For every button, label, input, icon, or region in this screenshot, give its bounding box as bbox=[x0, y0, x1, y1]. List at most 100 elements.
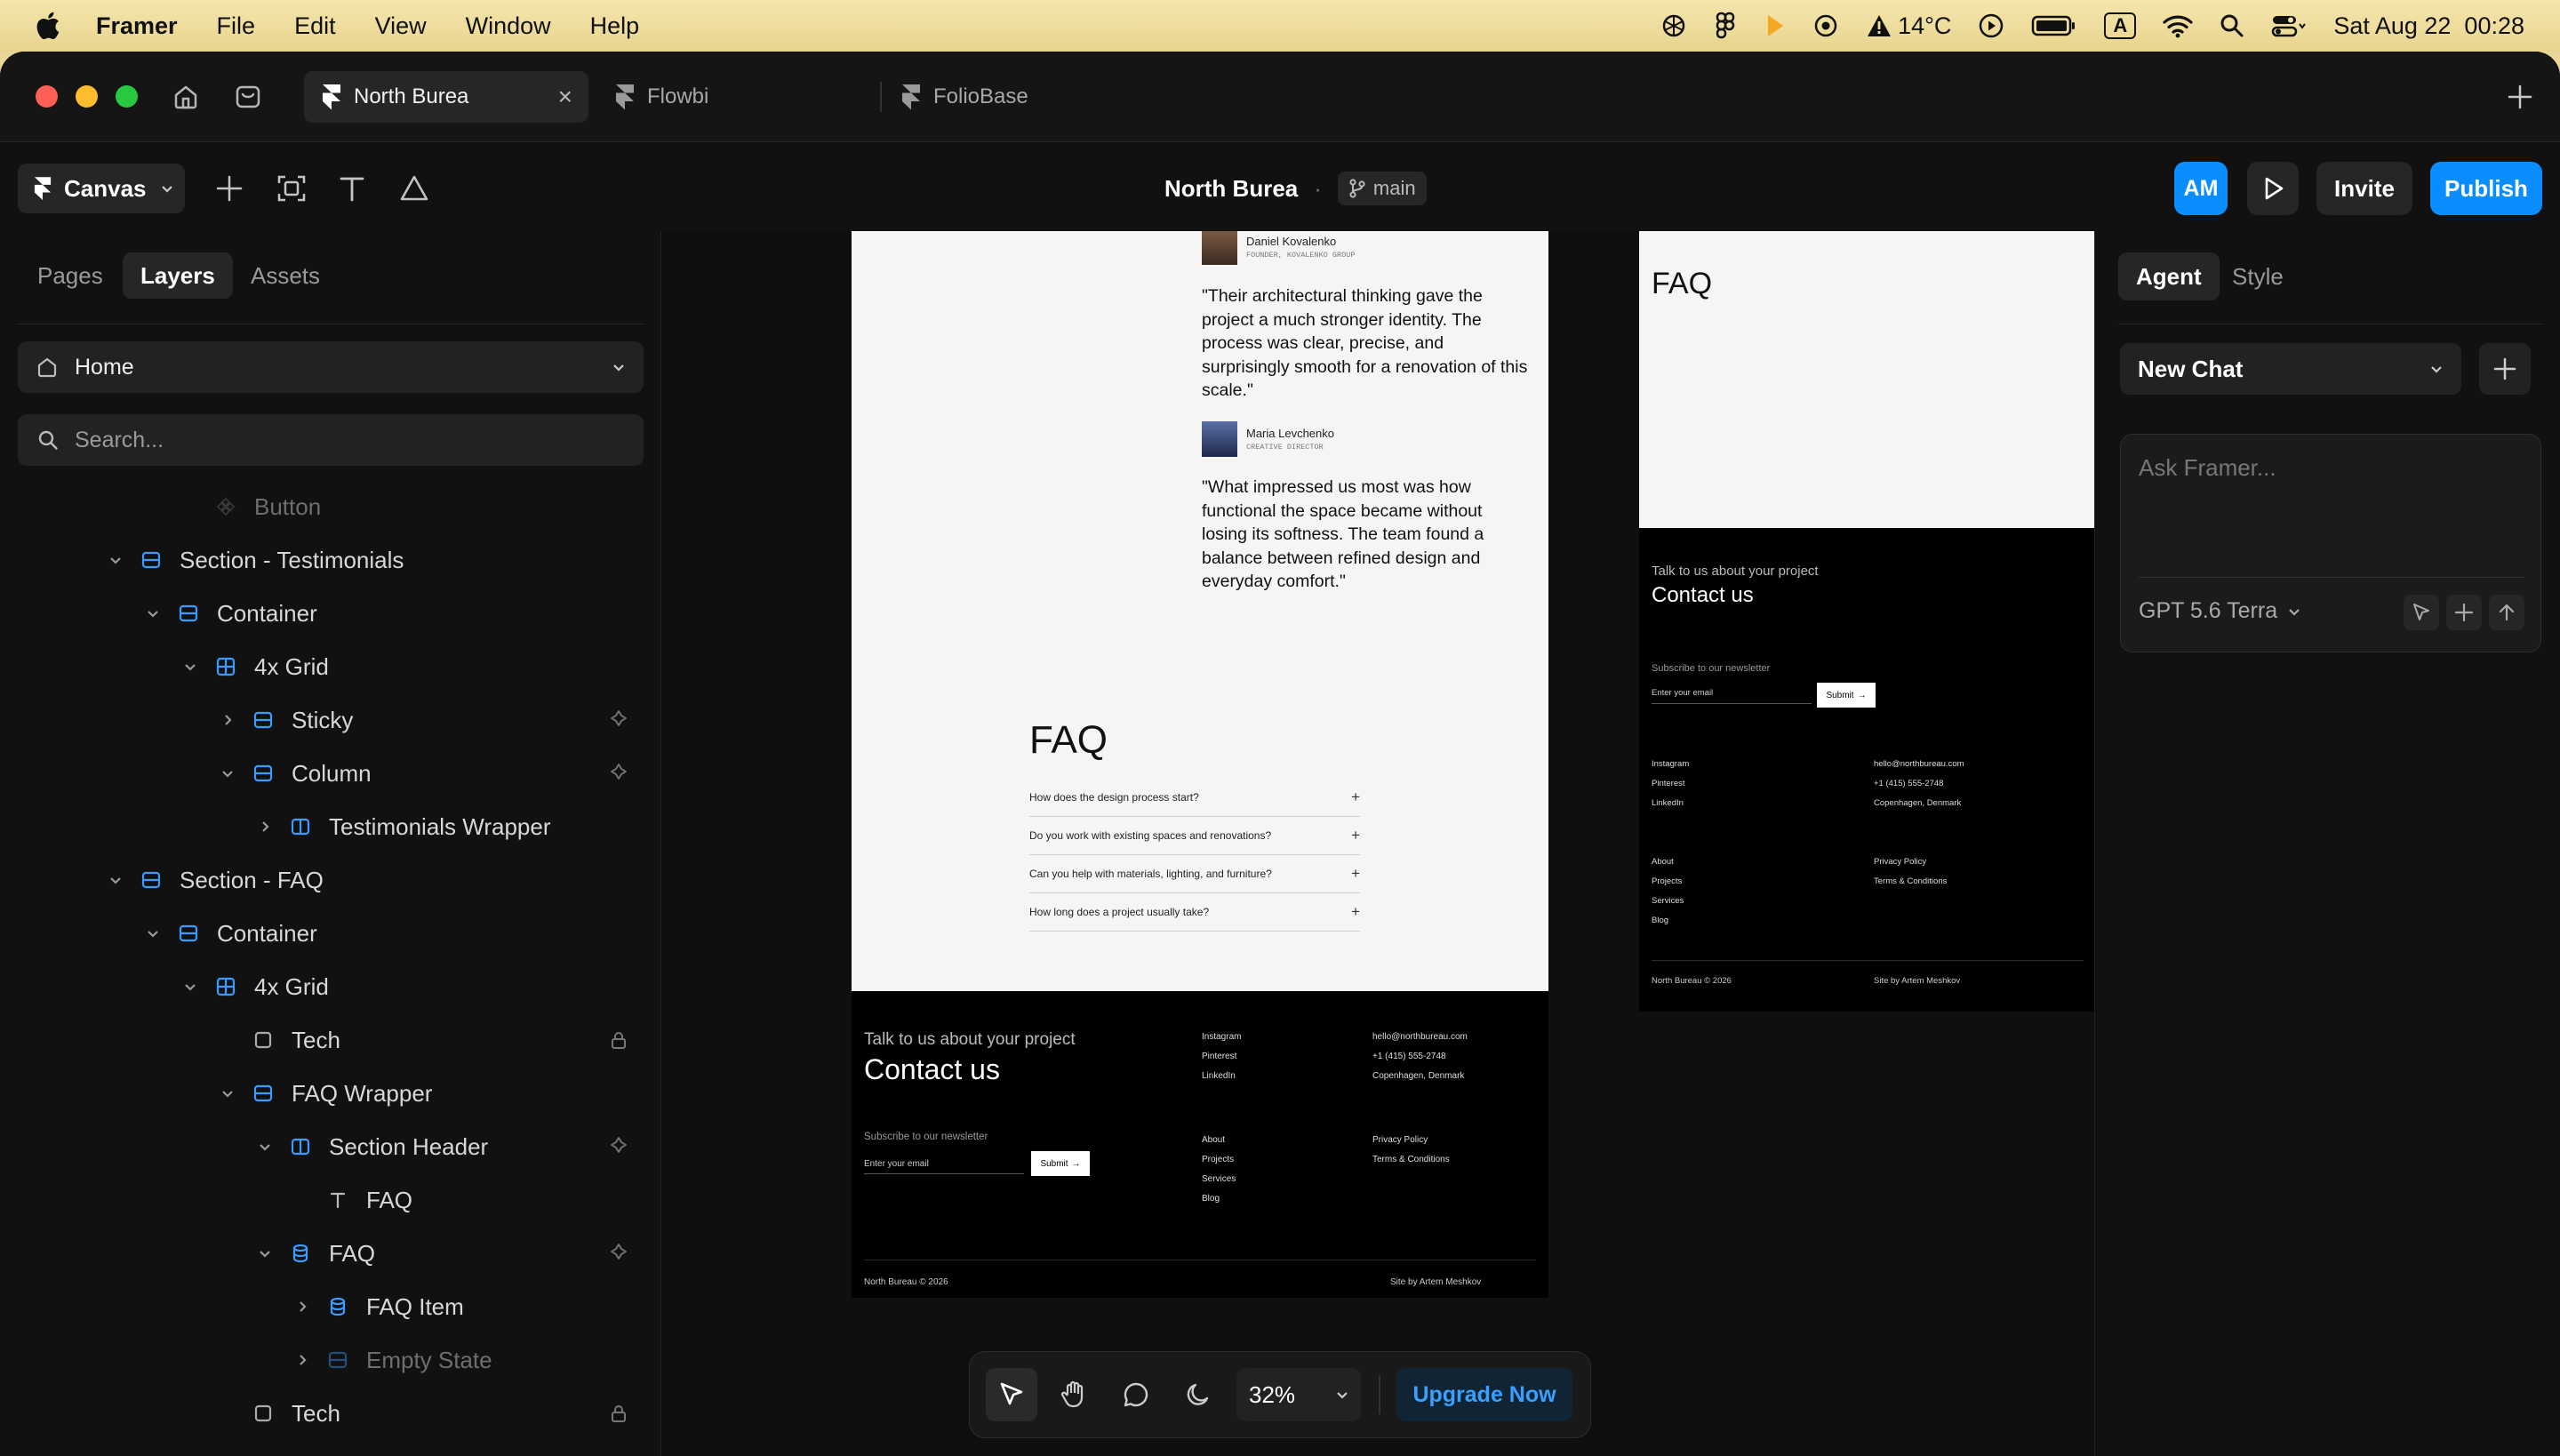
menu-help[interactable]: Help bbox=[590, 12, 640, 40]
layer-row[interactable]: Sticky bbox=[0, 693, 660, 747]
tab-assets[interactable]: Assets bbox=[233, 252, 338, 299]
tablet-breakpoint-frame[interactable]: FAQ How does the design process start?+D… bbox=[1639, 231, 2094, 1012]
chevron-right-icon[interactable] bbox=[256, 818, 274, 836]
footer-link[interactable]: +1 (415) 555-2748 bbox=[1874, 779, 1943, 788]
branch-badge[interactable]: main bbox=[1337, 172, 1427, 205]
close-window-button[interactable] bbox=[36, 85, 58, 108]
footer-link[interactable]: hello@northbureau.com bbox=[1372, 1032, 1468, 1042]
tab-layers[interactable]: Layers bbox=[123, 252, 233, 299]
footer-link[interactable]: Terms & Conditions bbox=[1874, 876, 1947, 886]
dark-mode-toggle[interactable] bbox=[1172, 1368, 1224, 1421]
layer-row[interactable]: Container bbox=[0, 587, 660, 640]
plus-icon[interactable]: + bbox=[1351, 827, 1360, 844]
new-tab-icon[interactable] bbox=[2505, 82, 2535, 112]
send-button[interactable] bbox=[2489, 595, 2524, 630]
footer-link[interactable]: About bbox=[1202, 1135, 1225, 1145]
avatar[interactable]: AM bbox=[2174, 162, 2228, 215]
prompt-input[interactable]: Ask Framer... bbox=[2139, 454, 2276, 482]
apple-menu-icon[interactable] bbox=[36, 12, 60, 40]
menu-edit[interactable]: Edit bbox=[294, 12, 336, 40]
component-icon[interactable] bbox=[608, 1136, 629, 1157]
footer-link[interactable]: About bbox=[1652, 857, 1674, 867]
chevron-down-icon[interactable] bbox=[144, 604, 162, 622]
footer-link[interactable]: hello@northbureau.com bbox=[1874, 759, 1964, 769]
clock[interactable]: Sat Aug 22 00:28 bbox=[2333, 12, 2524, 40]
chevron-down-icon[interactable] bbox=[256, 1244, 274, 1262]
faq-item[interactable]: Do you work with existing spaces and ren… bbox=[1029, 817, 1360, 855]
lock-icon[interactable] bbox=[608, 1029, 629, 1051]
footer-link[interactable]: Pinterest bbox=[1652, 779, 1685, 788]
menu-window[interactable]: Window bbox=[466, 12, 551, 40]
footer-link[interactable]: Copenhagen, Denmark bbox=[1372, 1071, 1464, 1081]
newsletter-email-input[interactable]: Enter your email bbox=[1652, 683, 1812, 704]
layer-row[interactable]: Button bbox=[0, 480, 660, 533]
mode-menu-button[interactable]: Canvas bbox=[18, 164, 185, 213]
menu-file[interactable]: File bbox=[217, 12, 256, 40]
footer-link[interactable]: LinkedIn bbox=[1652, 798, 1684, 808]
hand-tool-button[interactable] bbox=[1048, 1368, 1100, 1421]
layer-row[interactable]: Tech bbox=[0, 1013, 660, 1067]
publish-button[interactable]: Publish bbox=[2430, 162, 2542, 215]
layer-row[interactable]: Column bbox=[0, 747, 660, 800]
layer-row[interactable]: 4x Grid bbox=[0, 640, 660, 693]
chevron-down-icon[interactable] bbox=[181, 978, 199, 996]
minimize-window-button[interactable] bbox=[76, 85, 98, 108]
footer-link[interactable]: Instagram bbox=[1202, 1032, 1241, 1042]
chevron-right-icon[interactable] bbox=[219, 711, 236, 729]
layer-row[interactable]: Section - FAQ bbox=[0, 853, 660, 907]
chatgpt-icon[interactable] bbox=[1660, 12, 1688, 40]
footer-link[interactable]: Blog bbox=[1652, 916, 1668, 925]
footer-link[interactable]: Instagram bbox=[1652, 759, 1689, 769]
newsletter-submit-button[interactable]: Submit → bbox=[1817, 683, 1876, 708]
tab-foliobase[interactable]: FolioBase bbox=[884, 71, 1150, 123]
new-chat-button[interactable] bbox=[2479, 343, 2531, 395]
model-selector[interactable]: GPT 5.6 Terra bbox=[2139, 598, 2302, 624]
project-title-group[interactable]: North Burea · main bbox=[1164, 164, 1427, 213]
home-icon[interactable] bbox=[169, 80, 203, 114]
zoom-select[interactable]: 32% bbox=[1236, 1368, 1361, 1421]
footer-link[interactable]: Services bbox=[1202, 1174, 1236, 1184]
footer-link[interactable]: +1 (415) 555-2748 bbox=[1372, 1052, 1446, 1061]
faq-item[interactable]: Can you help with materials, lighting, a… bbox=[1029, 855, 1360, 893]
control-center-icon[interactable] bbox=[2271, 13, 2307, 38]
layer-row[interactable]: Section Header bbox=[0, 1120, 660, 1173]
chevron-down-icon[interactable] bbox=[181, 658, 199, 676]
footer-link[interactable]: Projects bbox=[1202, 1155, 1234, 1164]
layer-row[interactable]: FAQ Wrapper bbox=[0, 1067, 660, 1120]
chevron-down-icon[interactable] bbox=[107, 551, 124, 569]
figma-icon[interactable] bbox=[1715, 12, 1738, 40]
close-tab-icon[interactable]: × bbox=[558, 83, 572, 111]
chevron-down-icon[interactable] bbox=[107, 871, 124, 889]
media-play-icon[interactable] bbox=[1978, 12, 2004, 39]
invite-button[interactable]: Invite bbox=[2316, 162, 2412, 215]
plus-icon[interactable]: + bbox=[1351, 903, 1360, 921]
app-menu[interactable]: Framer bbox=[96, 12, 178, 40]
insert-plus-icon[interactable] bbox=[210, 169, 249, 208]
text-tool-icon[interactable] bbox=[332, 169, 372, 208]
footer-link[interactable]: Services bbox=[1652, 896, 1684, 906]
layers-search[interactable]: Search... bbox=[18, 414, 644, 466]
wifi-icon[interactable] bbox=[2163, 13, 2193, 38]
chevron-down-icon[interactable] bbox=[219, 764, 236, 782]
layer-row[interactable]: 4x Grid bbox=[0, 960, 660, 1013]
footer-link[interactable]: Pinterest bbox=[1202, 1052, 1236, 1061]
layer-row[interactable]: Tech bbox=[0, 1387, 660, 1440]
layer-row[interactable]: FAQ bbox=[0, 1227, 660, 1280]
tab-pages[interactable]: Pages bbox=[20, 252, 121, 299]
inbox-icon[interactable] bbox=[231, 80, 265, 114]
footer-link[interactable]: Copenhagen, Denmark bbox=[1874, 798, 1961, 808]
search-input[interactable]: Search... bbox=[75, 428, 164, 453]
layer-row[interactable]: Container bbox=[0, 907, 660, 960]
faq-item[interactable]: How does the design process start? + bbox=[1029, 779, 1360, 817]
page-selector[interactable]: Home bbox=[18, 341, 644, 393]
battery-icon[interactable] bbox=[2031, 14, 2077, 37]
chevron-right-icon[interactable] bbox=[293, 1298, 311, 1316]
faq-item[interactable]: How long does a project usually take? + bbox=[1029, 893, 1360, 932]
component-icon[interactable] bbox=[608, 1243, 629, 1264]
tab-flowbi[interactable]: Flowbi bbox=[597, 71, 864, 123]
desktop-breakpoint-frame[interactable]: Daniel Kovalenko FOUNDER, KOVALENKO GROU… bbox=[852, 231, 1548, 1298]
weather-status[interactable]: 14°C bbox=[1866, 12, 1951, 40]
component-icon[interactable] bbox=[608, 709, 629, 731]
chat-selector[interactable]: New Chat bbox=[2120, 343, 2461, 395]
chevron-down-icon[interactable] bbox=[256, 1138, 274, 1156]
